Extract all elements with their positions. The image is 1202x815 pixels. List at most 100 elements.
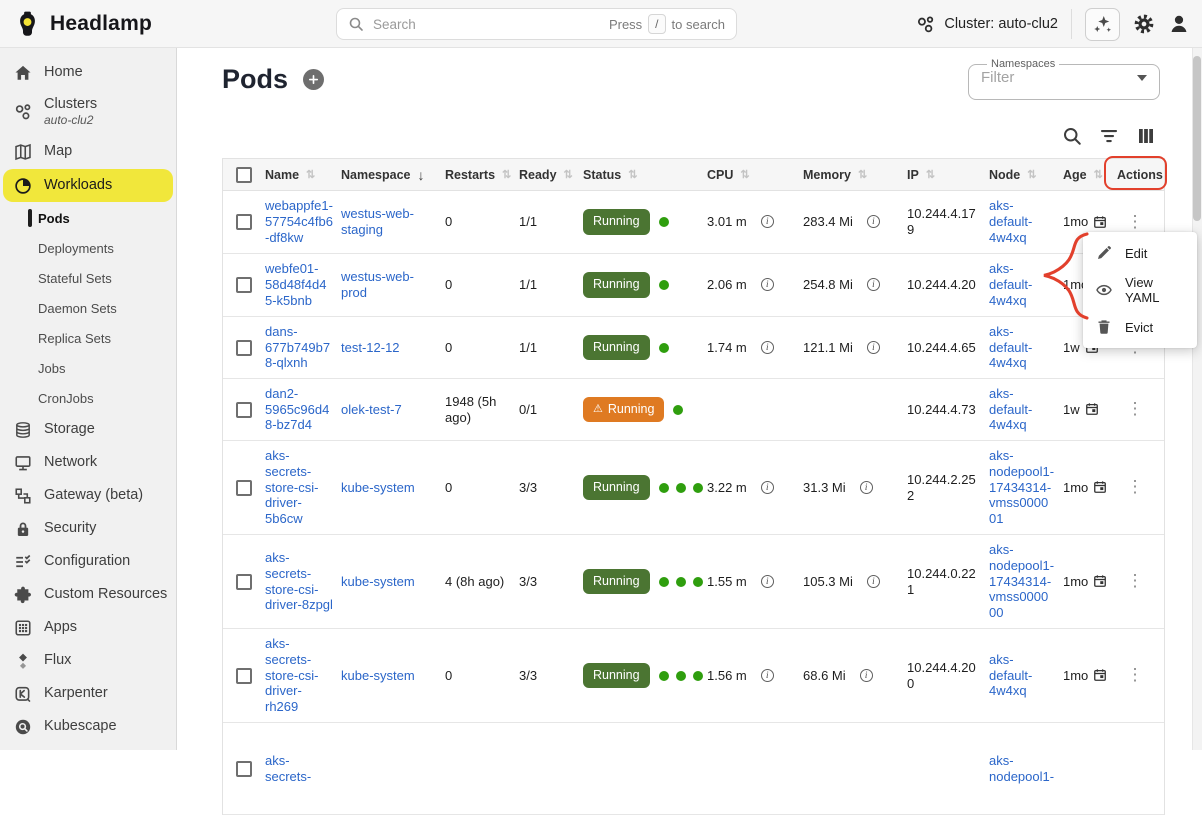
calendar-icon[interactable] [1093, 215, 1107, 229]
info-icon[interactable]: i [867, 575, 880, 588]
page-scrollbar[interactable] [1192, 48, 1202, 750]
menu-item-edit[interactable]: Edit [1083, 238, 1197, 268]
sidebar-item-network[interactable]: Network [0, 446, 176, 479]
row-actions-menu-button[interactable]: ⋮ [1117, 477, 1153, 498]
sidebar-item-configuration[interactable]: Configuration [0, 545, 176, 578]
namespace-link[interactable]: kube-system [341, 668, 415, 683]
info-icon[interactable]: i [867, 215, 880, 228]
sidebar-item-storage[interactable]: Storage [0, 413, 176, 446]
info-icon[interactable]: i [761, 278, 774, 291]
info-icon[interactable]: i [761, 669, 774, 682]
row-checkbox[interactable] [236, 402, 252, 418]
namespace-link[interactable]: test-12-12 [341, 340, 400, 355]
ai-assistant-button[interactable] [1085, 8, 1120, 41]
node-link[interactable]: aks-default-4w4xq [989, 324, 1032, 371]
info-icon[interactable]: i [867, 278, 880, 291]
column-header-memory[interactable]: Memory⇅ [803, 168, 907, 182]
sort-icon[interactable]: ⇅ [740, 168, 749, 181]
node-link[interactable]: aks-default-4w4xq [989, 652, 1032, 699]
node-link[interactable]: aks-default-4w4xq [989, 261, 1032, 308]
table-columns-button[interactable] [1136, 126, 1156, 146]
info-icon[interactable]: i [860, 669, 873, 682]
sidebar-item-pods[interactable]: Pods [0, 203, 176, 233]
column-header-actions[interactable]: Actions [1117, 168, 1161, 182]
select-all-checkbox[interactable] [236, 167, 252, 183]
sidebar-item-kubescape[interactable]: Kubescape [0, 710, 176, 743]
create-pod-button[interactable] [303, 69, 324, 90]
sort-icon[interactable]: ⇅ [1027, 168, 1036, 181]
sort-icon[interactable]: ⇅ [858, 168, 867, 181]
pod-name-link[interactable]: webappfe1-57754c4fb6-df8kw [265, 198, 333, 245]
calendar-icon[interactable] [1085, 402, 1099, 416]
info-icon[interactable]: i [867, 341, 880, 354]
sidebar-item-apps[interactable]: Apps [0, 611, 176, 644]
info-icon[interactable]: i [761, 481, 774, 494]
node-link[interactable]: aks-nodepool1-17434314-vmss000000 [989, 542, 1054, 620]
sort-icon[interactable]: ⇅ [1094, 168, 1103, 181]
column-header-age[interactable]: Age⇅ [1063, 168, 1117, 182]
column-header-cpu[interactable]: CPU⇅ [707, 168, 803, 182]
info-icon[interactable]: i [860, 481, 873, 494]
namespace-link[interactable]: westus-web-prod [341, 269, 414, 300]
sort-icon[interactable]: ⇅ [926, 168, 935, 181]
sort-icon[interactable]: ⇅ [628, 168, 637, 181]
sidebar-item-daemon-sets[interactable]: Daemon Sets [0, 293, 176, 323]
settings-button[interactable] [1133, 13, 1155, 35]
namespace-link[interactable]: kube-system [341, 574, 415, 589]
pod-name-link[interactable]: dans-677b749b78-qlxnh [265, 324, 330, 371]
sort-icon[interactable]: ⇅ [502, 168, 511, 181]
menu-item-view-yaml[interactable]: View YAML [1083, 268, 1197, 312]
pod-name-link[interactable]: aks-secrets-store-csi-driver-8zpgl [265, 550, 333, 613]
sidebar-item-deployments[interactable]: Deployments [0, 233, 176, 263]
node-link[interactable]: aks-nodepool1-17434314-vmss000001 [989, 448, 1054, 526]
sidebar-item-custom-resources[interactable]: Custom Resources [0, 578, 176, 611]
column-header-ready[interactable]: Ready⇅ [519, 168, 583, 182]
row-actions-menu-button[interactable]: ⋮ [1117, 665, 1153, 686]
pod-name-link[interactable]: webfe01-58d48f4d45-k5bnb [265, 261, 326, 308]
table-search-button[interactable] [1062, 126, 1082, 146]
sort-desc-icon[interactable]: ↓ [418, 167, 425, 183]
menu-item-evict[interactable]: Evict [1083, 312, 1197, 342]
row-checkbox[interactable] [236, 761, 252, 777]
sidebar-item-jobs[interactable]: Jobs [0, 353, 176, 383]
info-icon[interactable]: i [761, 575, 774, 588]
row-actions-menu-button[interactable]: ⋮ [1117, 212, 1153, 233]
row-checkbox[interactable] [236, 277, 252, 293]
brand[interactable]: Headlamp [14, 0, 152, 48]
column-header-node[interactable]: Node⇅ [989, 168, 1063, 182]
namespace-link[interactable]: westus-web-staging [341, 206, 414, 237]
sort-icon[interactable]: ⇅ [306, 168, 315, 181]
page-scrollbar-thumb[interactable] [1193, 56, 1201, 221]
sidebar-item-workloads[interactable]: Workloads [3, 169, 173, 202]
sidebar-item-replica-sets[interactable]: Replica Sets [0, 323, 176, 353]
global-search-input[interactable]: Search Press / to search [336, 8, 737, 40]
info-icon[interactable]: i [761, 215, 774, 228]
sidebar-item-stateful-sets[interactable]: Stateful Sets [0, 263, 176, 293]
column-header-namespace[interactable]: Namespace↓ [341, 167, 445, 183]
namespaces-filter-select[interactable]: Namespaces Filter [968, 58, 1160, 100]
row-checkbox[interactable] [236, 340, 252, 356]
sidebar-item-security[interactable]: Security [0, 512, 176, 545]
calendar-icon[interactable] [1093, 480, 1107, 494]
column-header-name[interactable]: Name⇅ [265, 168, 341, 182]
row-checkbox[interactable] [236, 574, 252, 590]
pod-name-link[interactable]: aks-secrets-store-csi-driver-rh269 [265, 636, 318, 714]
row-checkbox[interactable] [236, 214, 252, 230]
sidebar-item-flux[interactable]: Flux [0, 644, 176, 677]
pod-name-link[interactable]: dan2-5965c96d48-bz7d4 [265, 386, 329, 433]
node-link[interactable]: aks-default-4w4xq [989, 386, 1032, 433]
row-actions-menu-button[interactable]: ⋮ [1117, 399, 1153, 420]
info-icon[interactable]: i [761, 341, 774, 354]
row-actions-menu-button[interactable]: ⋮ [1117, 571, 1153, 592]
sidebar-item-home[interactable]: Home [0, 56, 176, 89]
column-header-status[interactable]: Status⇅ [583, 168, 707, 182]
pod-name-link[interactable]: aks-secrets- [265, 753, 311, 784]
table-filter-button[interactable] [1099, 126, 1119, 146]
sort-icon[interactable]: ⇅ [564, 168, 573, 181]
cluster-chooser-button[interactable]: Cluster: auto-clu2 [916, 15, 1058, 34]
sidebar-item-karpenter[interactable]: Karpenter [0, 677, 176, 710]
sidebar-item-clusters[interactable]: Clustersauto-clu2 [0, 89, 176, 135]
column-header-ip[interactable]: IP⇅ [907, 168, 989, 182]
sidebar-item-gateway-beta[interactable]: Gateway (beta) [0, 479, 176, 512]
row-checkbox[interactable] [236, 668, 252, 684]
